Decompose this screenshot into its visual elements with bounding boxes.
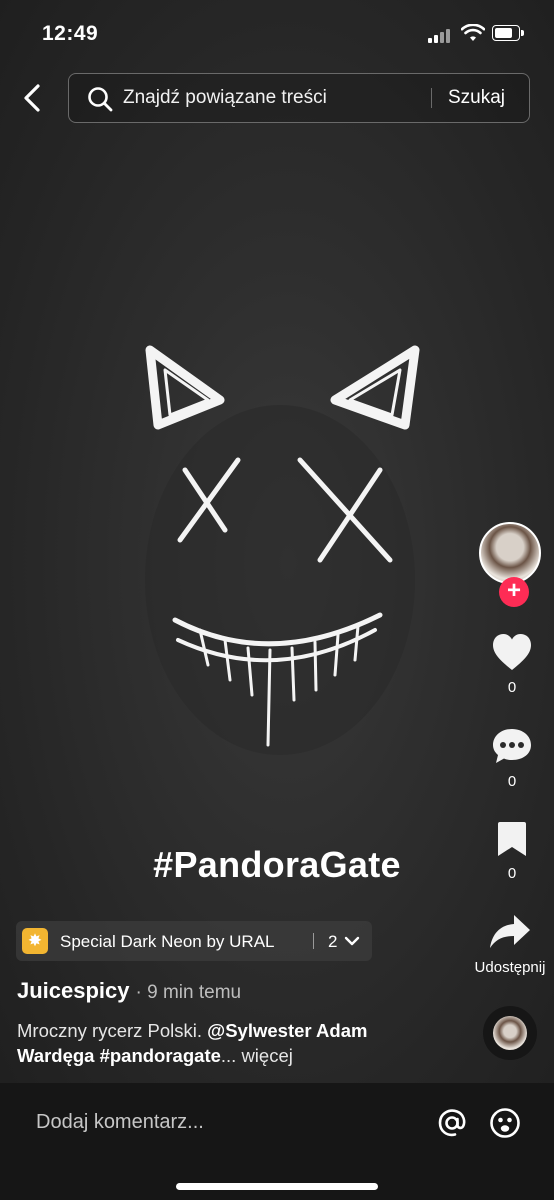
home-indicator	[176, 1183, 378, 1190]
search-button[interactable]: Szukaj	[448, 87, 505, 109]
heart-icon	[493, 634, 531, 670]
caption: Mroczny rycerz Polski. @Sylwester Adam W…	[17, 1018, 437, 1068]
effect-tag[interactable]: ✸ Special Dark Neon by URAL 2	[16, 921, 372, 961]
author-name[interactable]: Juicespicy	[17, 978, 130, 1003]
share-label: Udostępnij	[474, 959, 546, 976]
author-line: Juicespicy · 9 min temu	[17, 978, 241, 1004]
search-input[interactable]: Znajdź powiązane treści	[123, 87, 327, 109]
cellular-signal-icon	[428, 27, 454, 43]
creator-avatar[interactable]: +	[479, 522, 545, 607]
comment-button[interactable]: 0	[474, 726, 550, 790]
save-button[interactable]: 0	[474, 820, 550, 882]
save-count: 0	[507, 865, 517, 882]
emoji-icon[interactable]	[489, 1107, 521, 1139]
music-disc[interactable]	[483, 1006, 537, 1060]
like-count: 0	[507, 679, 517, 696]
share-button[interactable]: Udostępnij	[458, 912, 554, 976]
more-link[interactable]: ... więcej	[221, 1045, 293, 1066]
like-button[interactable]: 0	[474, 632, 550, 696]
avatar[interactable]	[479, 522, 541, 584]
search-divider	[431, 88, 432, 108]
share-arrow-icon	[490, 915, 530, 948]
follow-plus-icon[interactable]: +	[499, 577, 529, 607]
search-icon	[88, 87, 113, 112]
battery-icon	[492, 25, 524, 41]
wifi-icon	[461, 24, 485, 41]
bookmark-icon	[498, 822, 526, 856]
search-bar[interactable]: Znajdź powiązane treści Szukaj	[68, 73, 530, 123]
video-overlay-text: #PandoraGate	[153, 844, 401, 885]
status-bar: 12:49	[0, 0, 554, 70]
caption-text: Mroczny rycerz Polski.	[17, 1020, 208, 1041]
effect-divider	[313, 933, 314, 949]
sparkle-effect-icon: ✸	[22, 928, 48, 954]
mention-at-icon[interactable]	[436, 1107, 468, 1139]
chevron-down-icon[interactable]	[344, 935, 360, 947]
neon-mask-image	[145, 345, 420, 755]
comment-input[interactable]: Dodaj komentarz...	[36, 1111, 204, 1134]
comment-bubble-icon	[493, 729, 531, 763]
status-time: 12:49	[42, 22, 99, 45]
post-time: · 9 min temu	[135, 982, 242, 1003]
back-arrow-icon[interactable]	[16, 80, 52, 116]
comment-count: 0	[507, 773, 517, 790]
effect-name: Special Dark Neon by URAL	[60, 932, 275, 951]
effect-count: 2	[328, 932, 338, 951]
